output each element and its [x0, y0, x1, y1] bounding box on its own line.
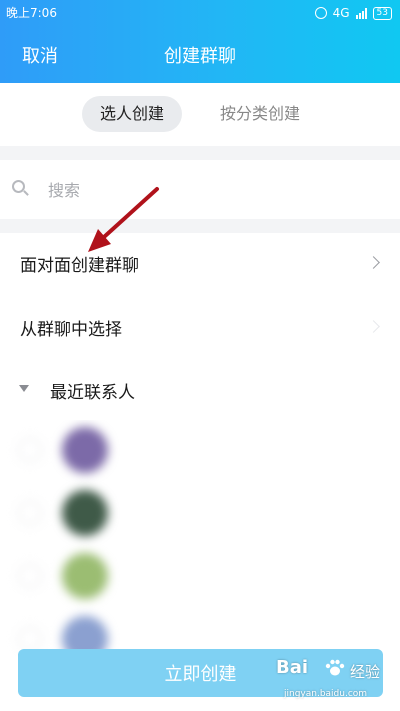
battery-icon: 53	[372, 6, 392, 20]
avatar	[62, 490, 108, 536]
row-label: 从群聊中选择	[20, 320, 122, 340]
select-from-group-row[interactable]: 从群聊中选择	[0, 297, 400, 357]
watermark-url: jingyan.baidu.com	[284, 689, 368, 699]
contact-row[interactable]	[0, 483, 400, 543]
search-bar	[0, 160, 400, 218]
status-icons: 4G 53	[314, 0, 392, 26]
watermark-sub: 经验	[350, 663, 381, 681]
checkbox[interactable]	[18, 627, 42, 651]
section-divider	[0, 219, 400, 233]
chevron-right-icon	[367, 320, 380, 333]
avatar	[62, 553, 108, 599]
checkbox[interactable]	[18, 501, 42, 525]
status-time: 晚上7:06	[6, 6, 57, 20]
contact-row[interactable]	[0, 546, 400, 606]
avatar	[62, 427, 108, 473]
search-input[interactable]	[46, 176, 350, 204]
face-to-face-create-row[interactable]: 面对面创建群聊	[0, 233, 400, 293]
chevron-right-icon	[367, 256, 380, 269]
tab-by-category[interactable]: 按分类创建	[202, 96, 318, 132]
section-divider	[0, 146, 400, 160]
create-mode-tabs: 选人创建 按分类创建	[0, 96, 400, 132]
recent-contacts-label: 最近联系人	[50, 383, 135, 403]
alarm-icon	[314, 7, 327, 19]
app-header: 晚上7:06 4G 53 取消 创建群聊	[0, 0, 400, 83]
status-bar: 晚上7:06 4G 53	[0, 0, 400, 26]
network-type: 4G	[332, 6, 350, 20]
page-title: 创建群聊	[164, 46, 236, 67]
collapse-triangle-icon	[19, 385, 29, 392]
baidu-watermark: Bai 经验 jingyan.baidu.com	[276, 653, 394, 709]
paw-icon	[325, 659, 345, 676]
checkbox[interactable]	[18, 438, 42, 462]
signal-icon	[355, 7, 367, 19]
checkbox[interactable]	[18, 564, 42, 588]
contact-row[interactable]	[0, 420, 400, 480]
recent-contacts-header[interactable]: 最近联系人	[0, 360, 400, 420]
watermark-brand: Bai	[276, 657, 309, 678]
row-label: 面对面创建群聊	[20, 256, 139, 276]
search-icon	[12, 180, 25, 193]
tab-select-people[interactable]: 选人创建	[81, 96, 182, 132]
